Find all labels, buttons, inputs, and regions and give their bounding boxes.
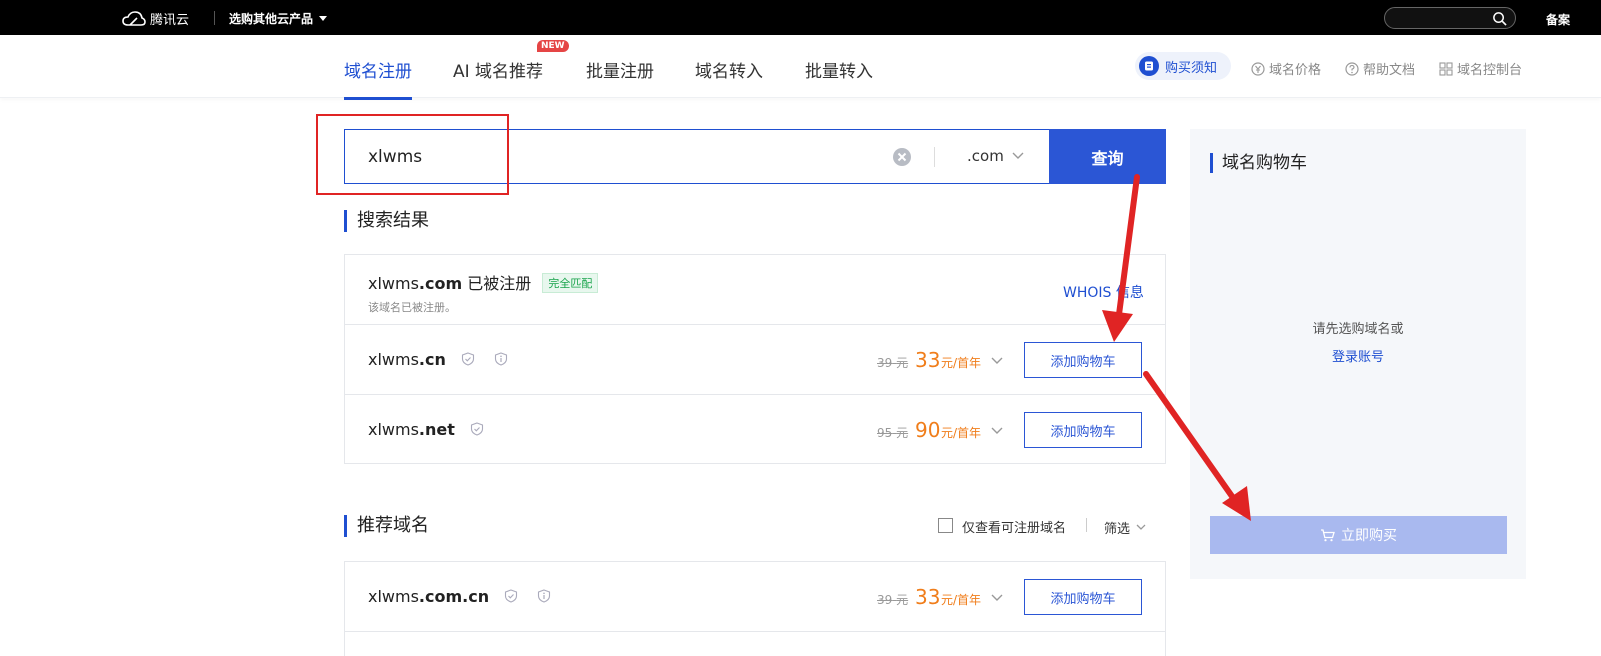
registered-status: 已被注册 <box>467 274 532 293</box>
recommend-heading: 推荐域名 <box>344 515 429 537</box>
buy-now-label: 立即购买 <box>1341 528 1397 544</box>
recommend-row: xlwms.com.cn 39 元 33 元/首年 添加购物车 <box>345 562 1165 632</box>
registered-domain: xlwms.com 已被注册 完全匹配 <box>368 270 599 294</box>
filter-select[interactable]: 筛选 <box>1104 518 1146 537</box>
domain-name: xlwms <box>368 350 419 369</box>
add-to-cart-button[interactable]: 添加购物车 <box>1024 342 1142 378</box>
top-search-input[interactable] <box>1384 7 1516 29</box>
beian-link[interactable]: 备案 <box>1546 11 1601 28</box>
sale-price: 90 <box>915 418 941 442</box>
filter-select-label: 筛选 <box>1104 522 1131 537</box>
sale-price: 33 <box>915 348 941 372</box>
notice-icon <box>1139 56 1159 76</box>
buy-tip-button[interactable]: 购买须知 <box>1135 52 1231 80</box>
domain-cart-panel: 域名购物车 请先选购域名或 登录账号 立即购买 <box>1190 129 1526 579</box>
result-row: xlwms.net 95 元 90 元/首年 添加购物车 <box>345 395 1165 465</box>
domain-tld: .com.cn <box>418 587 490 606</box>
original-price: 39 元 <box>877 356 909 370</box>
buy-tip-label: 购买须知 <box>1165 60 1218 76</box>
help-circle-icon <box>1345 61 1359 76</box>
tab-ai-recommend[interactable]: AI 域名推荐 <box>453 57 543 82</box>
top-bar: 腾讯云 选购其他云产品 备案 <box>0 0 1601 35</box>
domain-price-link[interactable]: 域名价格 <box>1251 59 1321 78</box>
original-price: 95 元 <box>877 426 909 440</box>
chevron-down-icon <box>1012 152 1024 159</box>
registered-note: 该域名已被注册。 <box>368 301 456 314</box>
search-divider <box>934 147 935 167</box>
grid-icon <box>1439 61 1453 76</box>
chevron-down-icon[interactable] <box>991 594 1003 602</box>
yen-circle-icon <box>1251 61 1265 76</box>
domain-name: xlwms <box>368 274 419 293</box>
shield-check-icon <box>461 352 475 366</box>
cloud-logo-icon <box>122 10 146 26</box>
recommend-list: xlwms.com.cn 39 元 33 元/首年 添加购物车 <box>344 561 1166 656</box>
whois-link[interactable]: WHOIS 信息 <box>1063 282 1144 302</box>
shield-info-icon <box>495 352 508 366</box>
brand-logo[interactable]: 腾讯云 <box>122 9 189 28</box>
cart-title: 域名购物车 <box>1210 153 1307 173</box>
domain-tld: .net <box>418 420 455 439</box>
results-heading: 搜索结果 <box>344 210 429 232</box>
recommend-domain: xlwms.com.cn <box>368 587 551 606</box>
tld-select[interactable]: .com <box>967 147 1024 165</box>
cart-empty-text: 请先选购域名或 <box>1312 322 1404 337</box>
product-select[interactable]: 选购其他云产品 <box>229 10 328 27</box>
domain-tld: .cn <box>418 350 446 369</box>
price-unit: 元/首年 <box>941 426 982 440</box>
help-doc-link[interactable]: 帮助文档 <box>1345 59 1415 78</box>
price-unit: 元/首年 <box>941 593 982 607</box>
tld-select-value: .com <box>967 147 1004 165</box>
price-unit: 元/首年 <box>941 356 982 370</box>
add-to-cart-button[interactable]: 添加购物车 <box>1024 579 1142 615</box>
new-badge: NEW <box>537 40 569 52</box>
shield-check-icon <box>505 589 518 603</box>
domain-name: xlwms <box>368 420 419 439</box>
result-row: xlwms.cn 39 元 33 元/首年 添加购物车 <box>345 325 1165 395</box>
add-to-cart-button[interactable]: 添加购物车 <box>1024 412 1142 448</box>
help-doc-label: 帮助文档 <box>1363 63 1416 78</box>
tab-batch-register[interactable]: 批量注册 <box>586 57 654 82</box>
product-select-label: 选购其他云产品 <box>229 12 314 26</box>
available-only-checkbox[interactable] <box>938 518 953 533</box>
tab-domain-transfer[interactable]: 域名转入 <box>695 57 763 82</box>
domain-price-label: 域名价格 <box>1269 63 1322 78</box>
available-domain: xlwms.cn <box>368 350 508 369</box>
clear-icon[interactable] <box>892 147 912 167</box>
shield-info-icon <box>538 589 551 603</box>
tab-batch-transfer[interactable]: 批量转入 <box>805 57 873 82</box>
brand-name: 腾讯云 <box>150 13 190 28</box>
login-link[interactable]: 登录账号 <box>1190 346 1526 365</box>
domain-name: xlwms <box>368 587 419 606</box>
result-row-registered: xlwms.com 已被注册 完全匹配 该域名已被注册。 WHOIS 信息 <box>345 255 1165 325</box>
cart-icon <box>1321 528 1335 541</box>
caret-down-icon <box>319 16 328 21</box>
annotation-highlight-box <box>316 114 509 195</box>
chevron-down-icon[interactable] <box>991 427 1003 435</box>
tab-domain-register[interactable]: 域名注册 <box>344 57 412 100</box>
domain-console-link[interactable]: 域名控制台 <box>1439 59 1522 78</box>
sale-price: 33 <box>915 585 941 609</box>
query-button[interactable]: 查询 <box>1049 129 1166 184</box>
top-divider <box>214 11 215 25</box>
available-domain: xlwms.net <box>368 420 484 439</box>
domain-tld: .com <box>418 274 463 293</box>
exact-match-tag: 完全匹配 <box>542 273 599 293</box>
buy-now-button[interactable]: 立即购买 <box>1210 516 1507 554</box>
chevron-down-icon <box>1136 524 1146 530</box>
search-icon[interactable] <box>1492 11 1507 26</box>
available-only-label[interactable]: 仅查看可注册域名 <box>962 517 1066 536</box>
domain-console-label: 域名控制台 <box>1457 63 1523 78</box>
original-price: 39 元 <box>877 593 909 607</box>
shield-check-icon <box>470 422 484 436</box>
chevron-down-icon[interactable] <box>991 357 1003 365</box>
results-list: xlwms.com 已被注册 完全匹配 该域名已被注册。 WHOIS 信息 xl… <box>344 254 1166 464</box>
filter-divider <box>1086 518 1087 532</box>
